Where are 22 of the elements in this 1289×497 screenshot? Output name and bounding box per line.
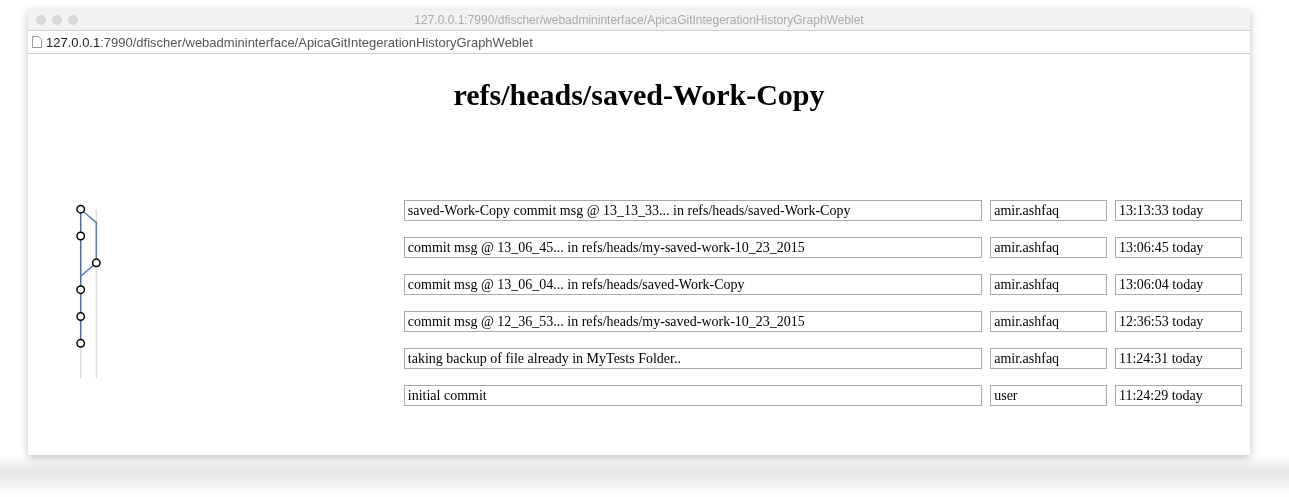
commit-author: amir.ashfaq xyxy=(990,311,1107,332)
commit-message[interactable]: taking backup of file already in MyTests Folder.. xyxy=(403,348,983,369)
commit-author: amir.ashfaq xyxy=(990,237,1107,258)
url-text[interactable]: 127.0.0.1:7990/dfischer/webadmininterface/ApicaGitIntegerationHistoryGraphWeblet xyxy=(46,34,533,50)
commit-author: user xyxy=(990,385,1107,406)
commit-time: 13:06:04 today xyxy=(1114,274,1242,295)
commit-time: 11:24:31 today xyxy=(1114,348,1242,369)
commit-time: 12:36:53 today xyxy=(1114,311,1242,332)
page-heading: refs/heads/saved-Work-Copy xyxy=(453,78,825,112)
commit-message[interactable]: commit msg @ 13_06_04... in refs/heads/saved-Work-Copy xyxy=(403,274,983,295)
commit-author: amir.ashfaq xyxy=(990,274,1107,295)
document-icon xyxy=(32,36,42,48)
commit-time: 13:13:33 today xyxy=(1114,200,1242,221)
commit-author: amir.ashfaq xyxy=(990,200,1107,221)
commit-message[interactable]: saved-Work-Copy commit msg @ 13_13_33... in refs/heads/saved-Work-Copy xyxy=(403,200,983,221)
commit-message[interactable]: initial commit xyxy=(403,385,983,406)
commit-message[interactable]: commit msg @ 12_36_53... in refs/heads/my-saved-work-10_23_2015 xyxy=(403,311,983,332)
window-title: 127.0.0.1:7990/dfischer/webadmininterface/ApicaGitIntegerationHistoryGraphWeblet xyxy=(414,13,864,27)
commit-author: amir.ashfaq xyxy=(990,348,1107,369)
commit-time: 13:06:45 today xyxy=(1114,237,1242,258)
commit-time: 11:24:29 today xyxy=(1114,385,1242,406)
commit-message[interactable]: commit msg @ 13_06_45... in refs/heads/my-saved-work-10_23_2015 xyxy=(403,237,983,258)
